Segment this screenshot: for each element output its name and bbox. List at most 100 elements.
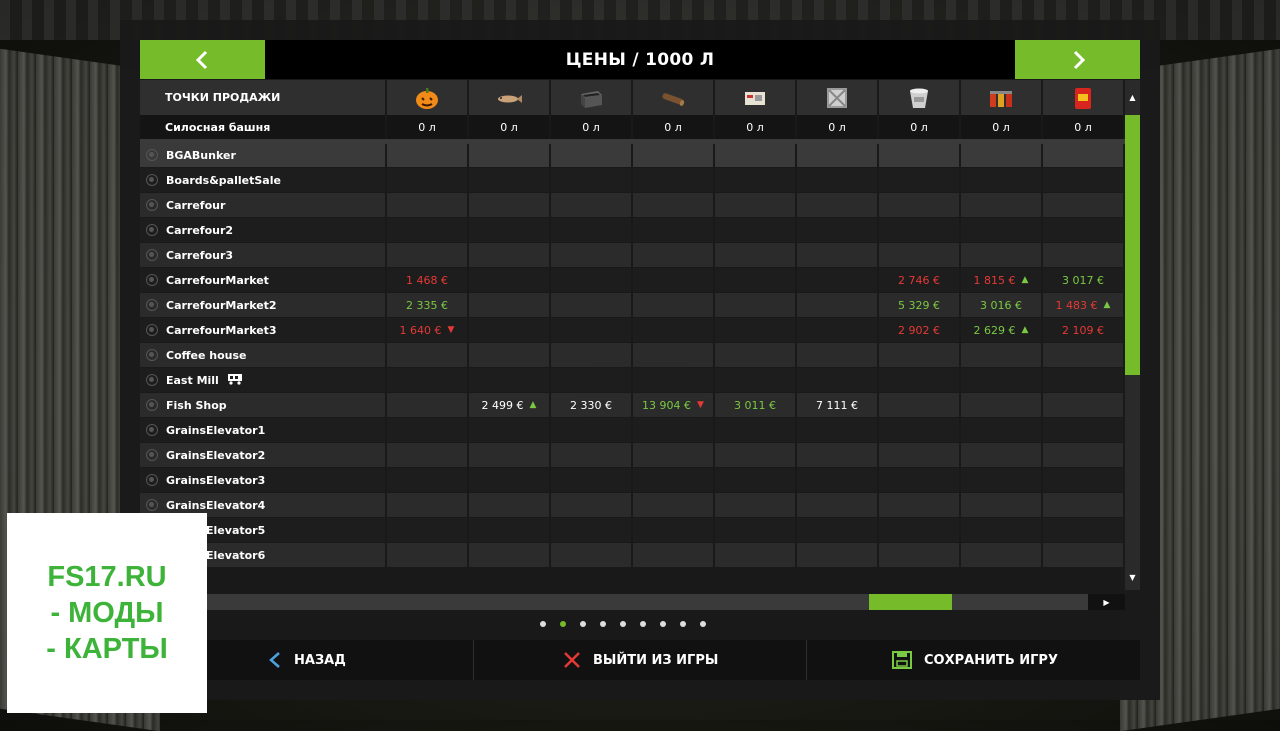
planter-box-icon <box>578 85 604 111</box>
scroll-right-icon[interactable]: ▶ <box>1088 594 1125 610</box>
price-value: 1 815 € <box>973 273 1016 287</box>
price-cell <box>633 218 713 242</box>
scroll-up-icon[interactable]: ▲ <box>1125 90 1140 104</box>
page-dot[interactable] <box>540 621 546 627</box>
page-dot[interactable] <box>560 621 566 627</box>
scroll-down-icon[interactable]: ▼ <box>1125 570 1140 584</box>
price-cell <box>797 443 877 467</box>
map-pin-icon[interactable] <box>146 474 158 486</box>
price-cell <box>797 343 877 367</box>
table-row[interactable]: GrainsElevator5 <box>140 518 1125 543</box>
quit-game-button[interactable]: ВЫЙТИ ИЗ ИГРЫ <box>563 640 718 680</box>
product-column-header <box>469 80 549 115</box>
price-cell <box>633 518 713 542</box>
selling-point-name-cell: GrainsElevator2 <box>140 443 385 467</box>
price-cell <box>633 468 713 492</box>
price-cell <box>633 243 713 267</box>
product-column-header <box>633 80 713 115</box>
table-row[interactable]: East Mill <box>140 368 1125 393</box>
table-row[interactable]: Carrefour3 <box>140 243 1125 268</box>
price-value: 2 109 € <box>1062 323 1104 337</box>
page-dot[interactable] <box>580 621 586 627</box>
selling-point-name-cell: GrainsElevator1 <box>140 418 385 442</box>
price-cell <box>715 443 795 467</box>
map-pin-icon[interactable] <box>146 199 158 211</box>
price-cell <box>879 218 959 242</box>
table-row[interactable]: Fish Shop 2 499 € ▲ 2 330 € 13 904 € ▼ 3 011 €… <box>140 393 1125 418</box>
price-value: 3 016 € <box>980 298 1022 312</box>
table-row[interactable]: GrainsElevator6 <box>140 543 1125 568</box>
table-row[interactable]: Coffee house <box>140 343 1125 368</box>
map-pin-icon[interactable] <box>146 274 158 286</box>
silo-amount: 0 л <box>961 115 1041 139</box>
price-cell <box>633 168 713 192</box>
map-pin-icon[interactable] <box>146 224 158 236</box>
table-row[interactable]: CarrefourMarket2 2 335 € 5 329 € 3 016 € 1 4… <box>140 293 1125 318</box>
table-row[interactable]: Boards&palletSale <box>140 168 1125 193</box>
map-pin-icon[interactable] <box>146 399 158 411</box>
map-pin-icon[interactable] <box>146 499 158 511</box>
price-cell <box>469 143 549 167</box>
price-cell <box>715 493 795 517</box>
horizontal-scroll-thumb[interactable] <box>869 594 952 610</box>
map-pin-icon[interactable] <box>146 374 158 386</box>
price-cell <box>469 193 549 217</box>
page-dot[interactable] <box>640 621 646 627</box>
table-row[interactable]: Carrefour2 <box>140 218 1125 243</box>
table-row[interactable]: CarrefourMarket3 1 640 € ▼ 2 902 €2 629 € ▲ 2… <box>140 318 1125 343</box>
price-cell <box>469 343 549 367</box>
snack-bag-icon <box>1070 85 1096 111</box>
back-button[interactable]: НАЗАД <box>268 640 346 680</box>
map-pin-icon[interactable] <box>146 299 158 311</box>
price-value: 2 746 € <box>898 273 940 287</box>
price-cell <box>879 368 959 392</box>
table-row[interactable]: GrainsElevator3 <box>140 468 1125 493</box>
map-pin-icon[interactable] <box>146 324 158 336</box>
product-column-header <box>961 80 1041 115</box>
price-cell: 2 629 € ▲ <box>961 318 1041 342</box>
page-dot[interactable] <box>680 621 686 627</box>
page-dot[interactable] <box>660 621 666 627</box>
map-pin-icon[interactable] <box>146 249 158 261</box>
price-cell <box>961 193 1041 217</box>
vertical-scrollbar[interactable]: ▲ ▼ <box>1125 80 1140 590</box>
map-pin-icon[interactable] <box>146 449 158 461</box>
bucket-icon <box>906 85 932 111</box>
price-cell <box>961 368 1041 392</box>
table-row[interactable]: CarrefourMarket 1 468 € 2 746 € 1 815 € ▲ 3 0… <box>140 268 1125 293</box>
silo-amount: 0 л <box>633 115 713 139</box>
map-pin-icon[interactable] <box>146 174 158 186</box>
price-cell <box>1043 493 1123 517</box>
price-cell <box>879 343 959 367</box>
page-dot[interactable] <box>700 621 706 627</box>
next-page-button[interactable] <box>1015 40 1140 79</box>
price-cell <box>387 518 467 542</box>
crate-icon <box>824 85 850 111</box>
table-row[interactable]: GrainsElevator2 <box>140 443 1125 468</box>
table-row[interactable]: GrainsElevator4 <box>140 493 1125 518</box>
page-dot[interactable] <box>620 621 626 627</box>
price-cell <box>1043 368 1123 392</box>
vertical-scroll-thumb[interactable] <box>1125 115 1140 375</box>
price-cell <box>551 243 631 267</box>
price-cell <box>387 368 467 392</box>
jars-icon <box>988 85 1014 111</box>
table-row[interactable]: Carrefour <box>140 193 1125 218</box>
product-column-header <box>879 80 959 115</box>
price-cell <box>961 343 1041 367</box>
table-row[interactable]: GrainsElevator1 <box>140 418 1125 443</box>
map-pin-icon[interactable] <box>146 424 158 436</box>
horizontal-scrollbar[interactable]: ▶ <box>140 594 1125 610</box>
price-cell <box>961 168 1041 192</box>
save-game-button[interactable]: СОХРАНИТЬ ИГРУ <box>892 640 1058 680</box>
price-value: 13 904 € <box>642 398 692 412</box>
price-cell <box>797 468 877 492</box>
map-pin-icon[interactable] <box>146 149 158 161</box>
table-row[interactable]: BGABunker <box>140 143 1125 168</box>
price-cell <box>1043 543 1123 567</box>
map-pin-icon[interactable] <box>146 349 158 361</box>
price-cell <box>879 168 959 192</box>
previous-page-button[interactable] <box>140 40 265 79</box>
page-dot[interactable] <box>600 621 606 627</box>
price-value: 2 629 € <box>973 323 1016 337</box>
